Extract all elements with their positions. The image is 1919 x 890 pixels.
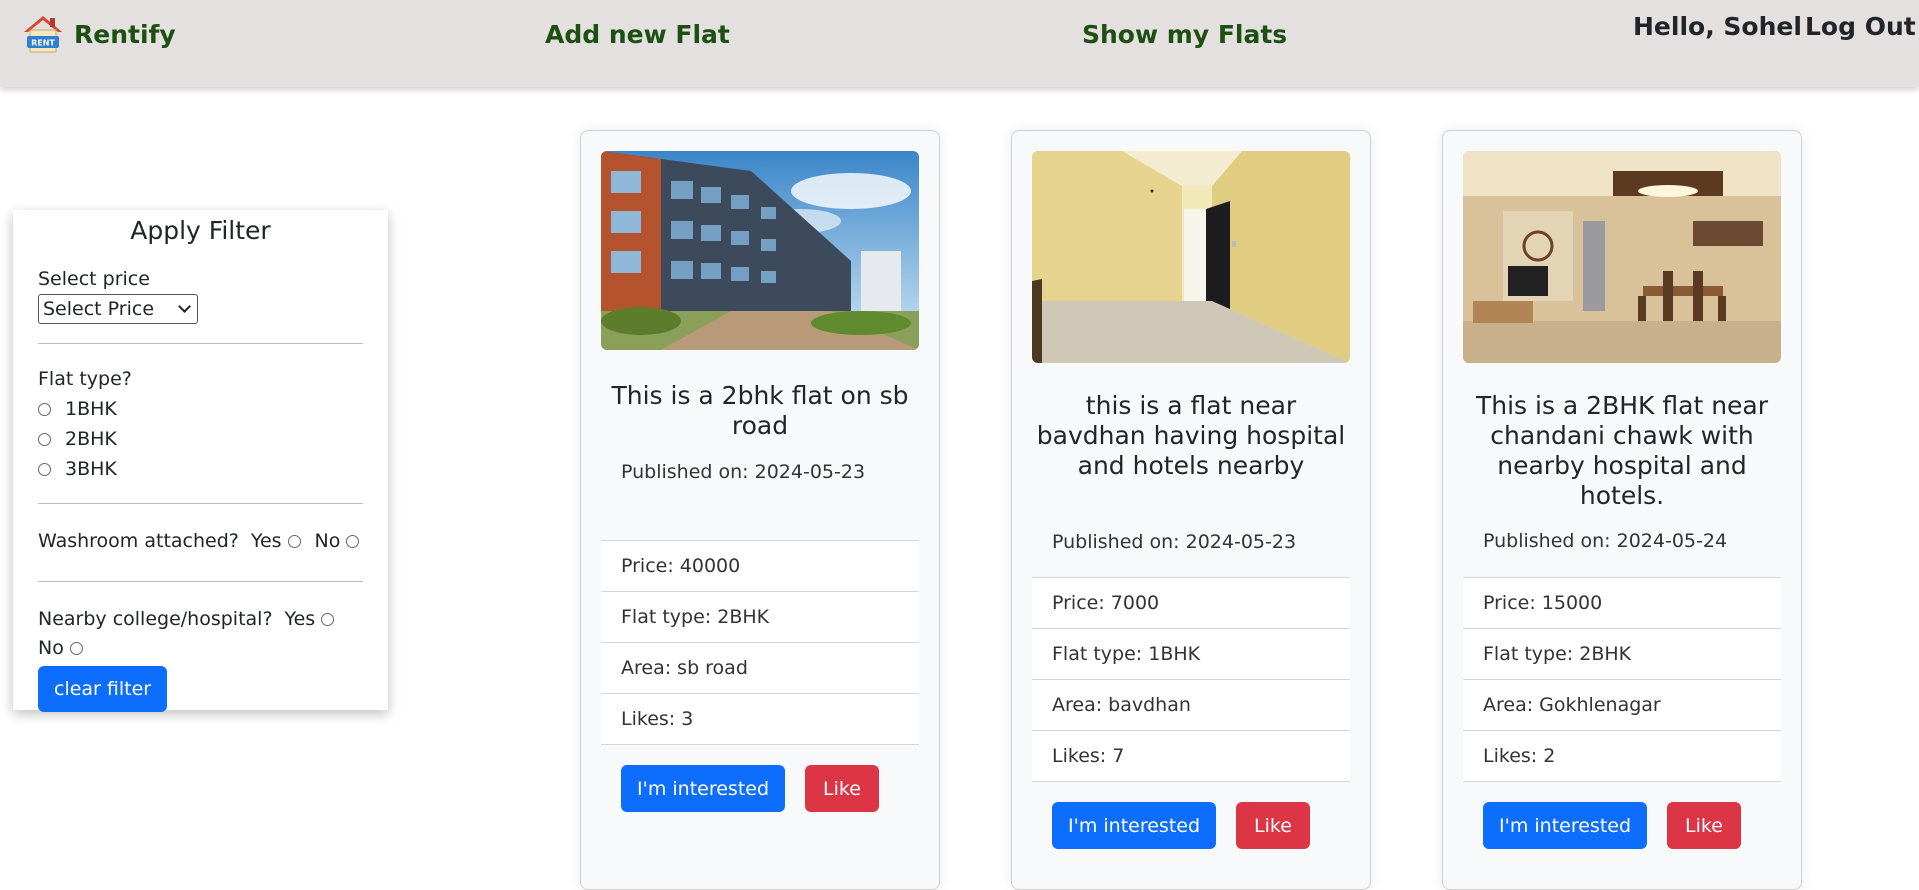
radio-button[interactable] xyxy=(38,402,51,416)
nearby-yes-radio[interactable] xyxy=(321,612,335,626)
like-button[interactable]: Like xyxy=(1236,802,1310,849)
published-date: Published on: 2024-05-23 xyxy=(1052,531,1297,553)
published-date: Published on: 2024-05-24 xyxy=(1483,530,1728,552)
flat-details-list: Price: 40000 Flat type: 2BHK Area: sb ro… xyxy=(601,540,919,745)
card-actions: I'm interested Like xyxy=(1483,802,1741,849)
card-actions: I'm interested Like xyxy=(621,765,879,812)
like-button[interactable]: Like xyxy=(805,765,879,812)
user-greeting: Hello, Sohel xyxy=(1633,12,1802,41)
brand-name: Rentify xyxy=(74,19,176,49)
price-select-value: Select Price xyxy=(43,298,155,320)
area-item: Area: sb road xyxy=(601,643,919,694)
interested-button[interactable]: I'm interested xyxy=(1052,802,1217,849)
option-label: 3BHK xyxy=(65,458,117,480)
price-item: Price: 40000 xyxy=(601,541,919,592)
radio-button[interactable] xyxy=(38,432,51,446)
divider xyxy=(38,343,363,344)
flat-image xyxy=(601,151,919,350)
published-date: Published on: 2024-05-23 xyxy=(621,461,866,483)
flat-details-list: Price: 7000 Flat type: 1BHK Area: bavdha… xyxy=(1032,577,1350,782)
flat-card: This is a 2bhk flat on sb road Published… xyxy=(580,130,940,890)
flat-type-label: Flat type? xyxy=(38,368,132,390)
card-actions: I'm interested Like xyxy=(1052,802,1310,849)
flat-type-option-2bhk[interactable]: 2BHK xyxy=(38,424,363,454)
price-select[interactable]: Select Price xyxy=(38,294,198,324)
washroom-label: Washroom attached? xyxy=(38,530,239,552)
flat-card: this is a flat near bavdhan having hospi… xyxy=(1011,130,1371,890)
clear-filter-button[interactable]: clear filter xyxy=(38,666,168,712)
price-item: Price: 15000 xyxy=(1463,578,1781,629)
washroom-yes-label: Yes xyxy=(250,530,282,552)
flat-details-list: Price: 15000 Flat type: 2BHK Area: Gokhl… xyxy=(1463,577,1781,782)
divider xyxy=(38,503,363,504)
filter-panel: Apply Filter Select price Select Price F… xyxy=(13,210,388,712)
house-logo-icon: RENT xyxy=(22,14,64,54)
flat-title: This is a 2BHK flat near chandani chawk … xyxy=(1475,391,1769,510)
flat-type-item: Flat type: 2BHK xyxy=(601,592,919,643)
price-item: Price: 7000 xyxy=(1032,578,1350,629)
top-navbar: RENT Rentify Add new Flat Show my Flats … xyxy=(0,0,1919,87)
nearby-no-label: No xyxy=(38,637,64,659)
flat-card: This is a 2BHK flat near chandani chawk … xyxy=(1442,130,1802,890)
nearby-filter: Nearby college/hospital? Yes xyxy=(38,606,363,632)
radio-button[interactable] xyxy=(38,462,51,476)
flat-title: This is a 2bhk flat on sb road xyxy=(611,381,909,440)
price-label: Select price xyxy=(38,268,150,290)
area-item: Area: Gokhlenagar xyxy=(1463,680,1781,731)
flat-type-item: Flat type: 1BHK xyxy=(1032,629,1350,680)
option-label: 1BHK xyxy=(65,398,117,420)
divider xyxy=(38,581,363,582)
flat-type-option-1bhk[interactable]: 1BHK xyxy=(38,394,363,424)
flat-image xyxy=(1463,151,1781,363)
flat-title: this is a flat near bavdhan having hospi… xyxy=(1036,391,1346,480)
washroom-filter: Washroom attached? Yes No xyxy=(38,528,363,554)
washroom-no-radio[interactable] xyxy=(346,534,360,548)
likes-item: Likes: 3 xyxy=(601,694,919,745)
flat-type-item: Flat type: 2BHK xyxy=(1463,629,1781,680)
washroom-yes-radio[interactable] xyxy=(287,534,301,548)
flat-type-option-3bhk[interactable]: 3BHK xyxy=(38,454,363,484)
logout-link[interactable]: Log Out xyxy=(1805,12,1916,41)
flat-image xyxy=(1032,151,1350,363)
washroom-no-label: No xyxy=(314,530,341,552)
option-label: 2BHK xyxy=(65,428,117,450)
likes-item: Likes: 7 xyxy=(1032,731,1350,782)
nearby-no-radio[interactable] xyxy=(69,641,83,655)
interested-button[interactable]: I'm interested xyxy=(621,765,786,812)
nearby-no-row: No xyxy=(38,635,363,661)
svg-text:RENT: RENT xyxy=(31,39,55,48)
nearby-label: Nearby college/hospital? xyxy=(38,608,273,630)
chevron-down-icon xyxy=(178,300,191,313)
show-my-flats-link[interactable]: Show my Flats xyxy=(1082,20,1287,49)
interested-button[interactable]: I'm interested xyxy=(1483,802,1648,849)
brand-link[interactable]: RENT Rentify xyxy=(22,14,176,54)
like-button[interactable]: Like xyxy=(1667,802,1741,849)
nearby-yes-label: Yes xyxy=(284,608,316,630)
filter-title: Apply Filter xyxy=(130,216,271,245)
likes-item: Likes: 2 xyxy=(1463,731,1781,782)
area-item: Area: bavdhan xyxy=(1032,680,1350,731)
add-new-flat-link[interactable]: Add new Flat xyxy=(545,20,730,49)
